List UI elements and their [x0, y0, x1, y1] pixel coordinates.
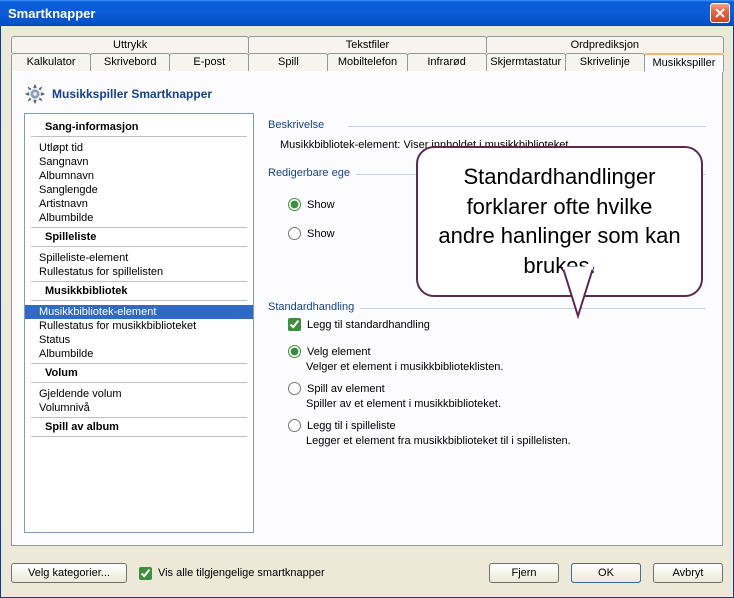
description-heading: Beskrivelse — [268, 119, 706, 133]
defaultaction-checkbox-label: Legg til standardhandling — [307, 319, 430, 331]
show-all-checkbox[interactable] — [139, 567, 152, 580]
defaultaction-opt3-desc: Legger et element fra musikkbiblioteket … — [268, 435, 706, 453]
clear-button[interactable]: Fjern — [489, 563, 559, 583]
tree-item[interactable]: Rullestatus for musikkbiblioteket — [25, 319, 253, 333]
tab-mobiltelefon[interactable]: Mobiltelefon — [327, 53, 407, 72]
callout-tail-icon — [558, 268, 598, 318]
defaultaction-toggle[interactable]: Legg til standardhandling — [268, 315, 706, 334]
gear-icon — [24, 83, 46, 105]
show-all-label: Vis alle tilgjengelige smartknapper — [158, 567, 325, 579]
tree-item[interactable]: Volumnivå — [25, 401, 253, 415]
close-button[interactable] — [710, 3, 730, 23]
defaultaction-opt2[interactable]: Spill av element — [268, 379, 706, 398]
dialog-body: Uttrykk Tekstfiler Ordprediksjon Kalkula… — [0, 26, 734, 598]
tab-ordprediksjon[interactable]: Ordprediksjon — [486, 36, 724, 53]
defaultaction-opt1-title: Velg element — [307, 346, 371, 358]
tab-skjermtastatur[interactable]: Skjermtastatur — [486, 53, 566, 72]
tab-row-2: Kalkulator Skrivebord E-post Spill Mobil… — [11, 53, 723, 72]
defaultaction-radio-1[interactable] — [288, 345, 301, 358]
defaultaction-opt3[interactable]: Legg til i spilleliste — [268, 416, 706, 435]
tree-item[interactable]: Status — [25, 333, 253, 347]
tree-item[interactable]: Albumbilde — [25, 211, 253, 225]
defaultaction-radio-2[interactable] — [288, 382, 301, 395]
tab-row-1: Uttrykk Tekstfiler Ordprediksjon — [11, 36, 723, 53]
tab-musikkspiller[interactable]: Musikkspiller — [644, 53, 724, 72]
tree-item[interactable]: Rullestatus for spillelisten — [25, 265, 253, 279]
defaultaction-opt1-desc: Velger et element i musikkbibliotekliste… — [268, 361, 706, 379]
editable-radio-1[interactable] — [288, 198, 301, 211]
defaultaction-opt2-title: Spill av element — [307, 383, 385, 395]
tab-epost[interactable]: E-post — [169, 53, 249, 72]
defaultaction-opt1[interactable]: Velg element — [268, 342, 706, 361]
tree-category: Spill av album — [31, 417, 247, 437]
tab-infrarod[interactable]: Infrarød — [407, 53, 487, 72]
tab-tekstfiler[interactable]: Tekstfiler — [248, 36, 486, 53]
tree-item[interactable]: Utløpt tid — [25, 141, 253, 155]
tree-item[interactable]: Albumnavn — [25, 169, 253, 183]
cancel-button[interactable]: Avbryt — [653, 563, 723, 583]
tree-category: Spilleliste — [31, 227, 247, 247]
tab-kalkulator[interactable]: Kalkulator — [11, 53, 91, 72]
tab-uttrykk[interactable]: Uttrykk — [11, 36, 249, 53]
tab-skrivelinje[interactable]: Skrivelinje — [565, 53, 645, 72]
page-header: Musikkspiller Smartknapper — [24, 83, 710, 105]
tree-item[interactable]: Gjeldende volum — [25, 387, 253, 401]
window-title: Smartknapper — [8, 6, 95, 21]
tree-category: Musikkbibliotek — [31, 281, 247, 301]
tree-category: Sang-informasjon — [31, 118, 247, 137]
show-all-toggle[interactable]: Vis alle tilgjengelige smartknapper — [139, 567, 325, 580]
tab-strip: Uttrykk Tekstfiler Ordprediksjon Kalkula… — [11, 36, 723, 72]
tree-item[interactable]: Albumbilde — [25, 347, 253, 361]
defaultaction-radio-3[interactable] — [288, 419, 301, 432]
choose-categories-button[interactable]: Velg kategorier... — [11, 563, 127, 583]
help-callout-text: Standardhandlinger forklarer ofte hvilke… — [438, 164, 680, 278]
editable-radio-1-label: Show — [307, 199, 335, 211]
tree-category: Volum — [31, 363, 247, 383]
tab-skrivebord[interactable]: Skrivebord — [90, 53, 170, 72]
defaultaction-opt2-desc: Spiller av et element i musikkbiblioteke… — [268, 398, 706, 416]
help-callout: Standardhandlinger forklarer ofte hvilke… — [416, 146, 703, 297]
bottom-bar: Velg kategorier... Vis alle tilgjengelig… — [11, 559, 723, 587]
tree-item[interactable]: Musikkbibliotek-element — [25, 305, 253, 319]
editable-radio-2[interactable] — [288, 227, 301, 240]
titlebar: Smartknapper — [0, 0, 734, 26]
tree-item[interactable]: Sangnavn — [25, 155, 253, 169]
defaultaction-heading: Standardhandling — [268, 301, 706, 315]
tree-item[interactable]: Spilleliste-element — [25, 251, 253, 265]
tree-item[interactable]: Sanglengde — [25, 183, 253, 197]
ok-button[interactable]: OK — [571, 563, 641, 583]
page-title: Musikkspiller Smartknapper — [52, 87, 212, 101]
tab-spill[interactable]: Spill — [248, 53, 328, 72]
tree-item[interactable]: Artistnavn — [25, 197, 253, 211]
defaultaction-opt3-title: Legg til i spilleliste — [307, 420, 396, 432]
close-icon — [715, 8, 725, 18]
defaultaction-checkbox[interactable] — [288, 318, 301, 331]
tab-page: Musikkspiller Smartknapper Sang-informas… — [11, 71, 723, 546]
smartbutton-tree[interactable]: Sang-informasjon Utløpt tidSangnavnAlbumn… — [24, 113, 254, 533]
editable-radio-2-label: Show — [307, 228, 335, 240]
